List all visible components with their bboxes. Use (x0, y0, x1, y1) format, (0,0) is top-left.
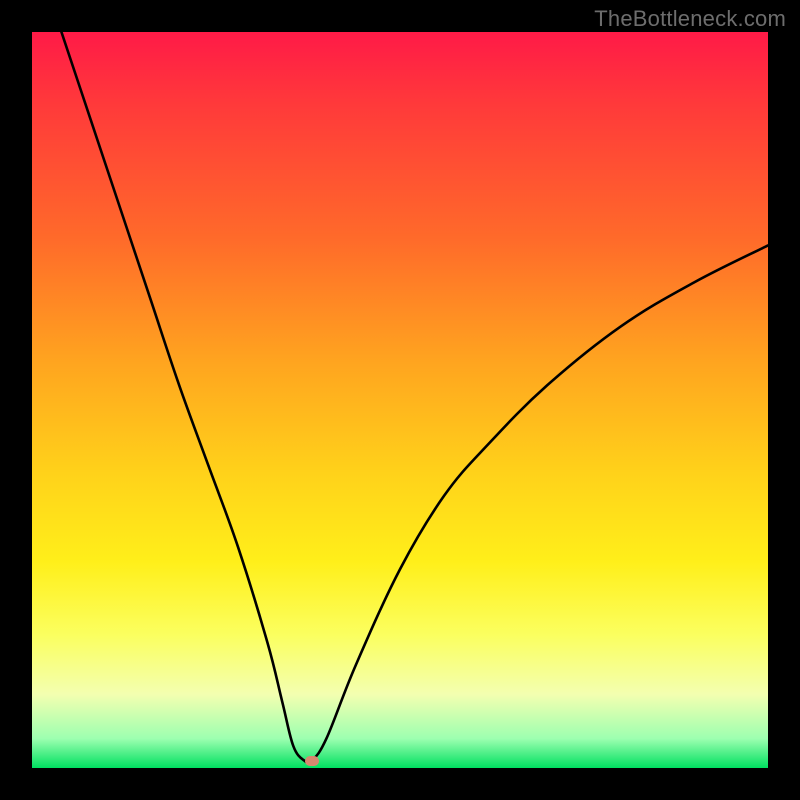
curve-svg (32, 32, 768, 768)
bottleneck-curve (61, 32, 768, 763)
plot-area (32, 32, 768, 768)
optimum-marker (305, 756, 319, 766)
chart-frame: TheBottleneck.com (0, 0, 800, 800)
watermark-text: TheBottleneck.com (594, 6, 786, 32)
